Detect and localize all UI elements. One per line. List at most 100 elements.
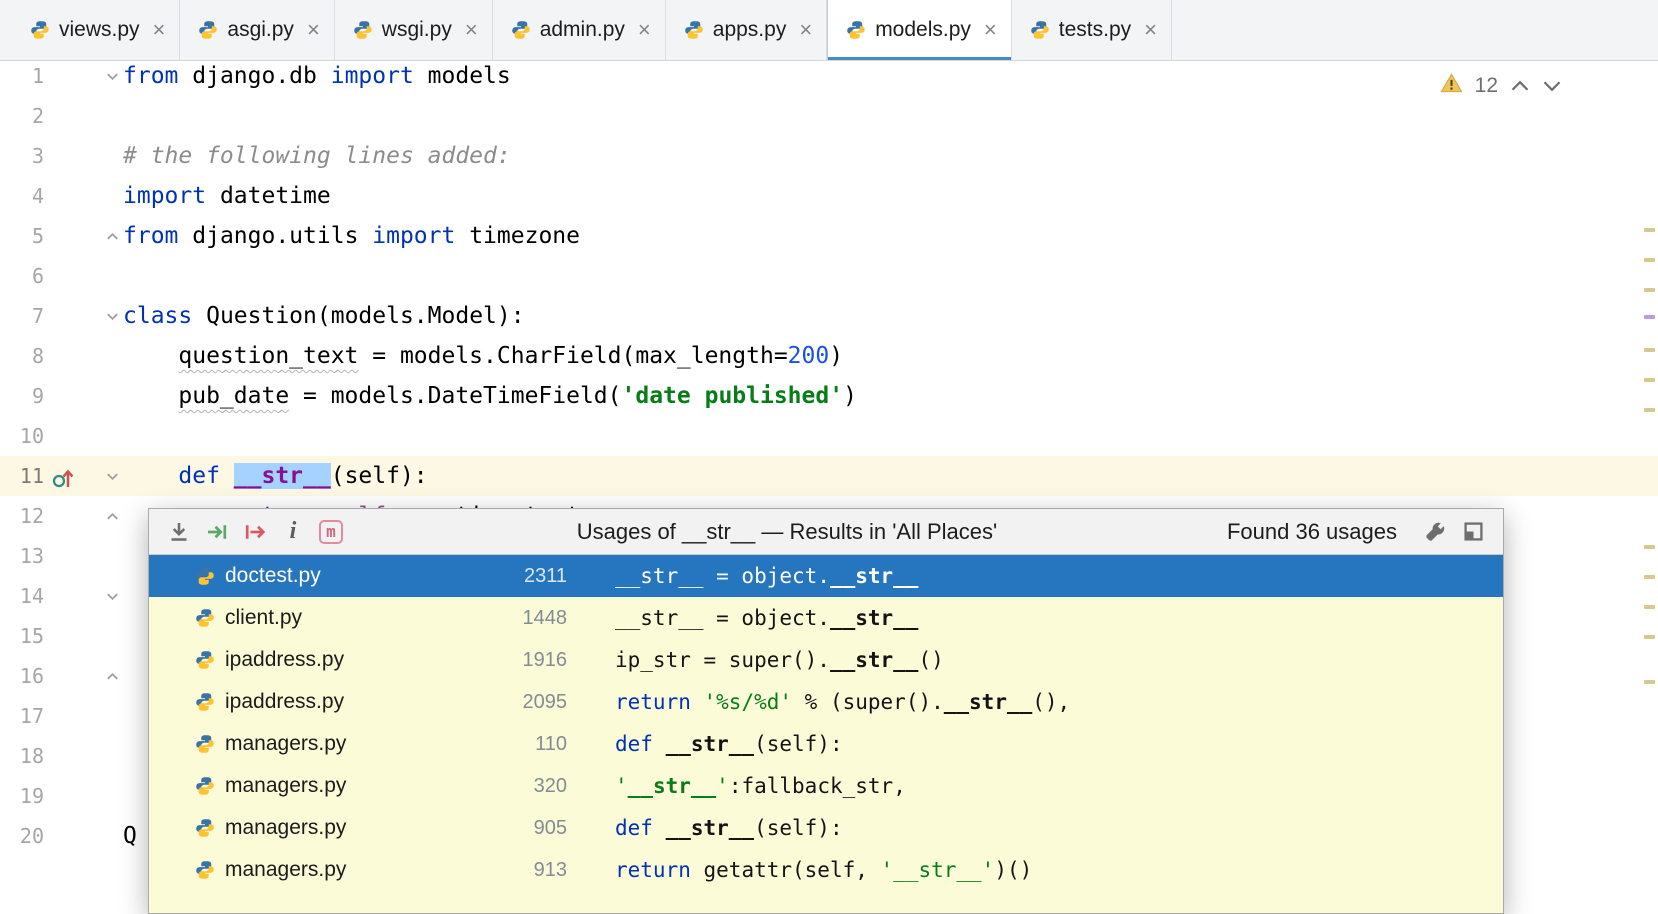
usage-file-name: ipaddress.py [225,690,344,714]
code-line-5[interactable]: 5 from django.utils import timezone [0,216,1658,256]
fold-marker-icon[interactable] [101,296,123,336]
tab-close-icon[interactable]: × [638,19,651,41]
python-file-icon [195,860,215,880]
tab-close-icon[interactable]: × [1144,19,1157,41]
usage-row[interactable]: managers.py110def __str__(self): [149,723,1503,765]
stripe-mark[interactable] [1644,575,1655,579]
write-access-icon[interactable] [239,516,271,548]
stripe-mark[interactable] [1644,228,1655,232]
usage-row[interactable]: managers.py913return getattr(self, '__st… [149,849,1503,891]
inspections-widget[interactable]: 12 [1440,73,1562,99]
usage-file-name: client.py [225,606,302,630]
tab-tests.py[interactable]: tests.py× [1012,0,1172,60]
code-line-11[interactable]: 11 def __str__(self): [0,456,1658,496]
usage-row[interactable]: ipaddress.py2095return '%s/%d' % (super(… [149,681,1503,723]
line-number[interactable]: 17 [0,696,44,736]
code-line-10[interactable]: 10 [0,416,1658,456]
stripe-mark[interactable] [1644,378,1655,382]
code-line-4[interactable]: 4import datetime [0,176,1658,216]
settings-wrench-icon[interactable] [1419,516,1451,548]
line-number[interactable]: 19 [0,776,44,816]
fold-marker-icon[interactable] [101,61,123,96]
code-line-1[interactable]: 1from django.db import models [0,61,1658,96]
code-text: class Question(models.Model): [123,296,525,336]
next-warning-icon[interactable] [1542,79,1562,93]
stripe-mark[interactable] [1644,680,1655,684]
line-number[interactable]: 7 [0,296,44,336]
stripe-mark[interactable] [1644,315,1655,319]
info-icon[interactable]: i [277,516,309,548]
line-number[interactable]: 11 [0,456,44,496]
line-number[interactable]: 9 [0,376,44,416]
usages-popup: i m Usages of __str__ — Results in 'All … [148,508,1504,914]
open-in-toolwindow-icon[interactable] [163,516,195,548]
merge-usages-icon[interactable]: m [315,516,347,548]
tab-close-icon[interactable]: × [307,19,320,41]
usage-file-name: managers.py [225,732,346,756]
tab-close-icon[interactable]: × [984,19,997,41]
line-number[interactable]: 18 [0,736,44,776]
usage-code: ip_str = super().__str__() [615,648,944,672]
stripe-mark[interactable] [1644,605,1655,609]
code-line-7[interactable]: 7 class Question(models.Model): [0,296,1658,336]
fold-marker-icon[interactable] [101,456,123,496]
stripe-mark[interactable] [1644,258,1655,262]
tab-models.py[interactable]: models.py× [827,0,1012,60]
stripe-mark[interactable] [1644,635,1655,639]
usage-row[interactable]: managers.py320'__str__':fallback_str, [149,765,1503,807]
fold-marker-icon[interactable] [101,216,123,256]
line-number[interactable]: 8 [0,336,44,376]
tab-views.py[interactable]: views.py× [12,0,180,60]
code-text: from django.utils import timezone [123,216,580,256]
usage-code: return getattr(self, '__str__')() [615,858,1032,882]
tab-wsgi.py[interactable]: wsgi.py × [335,0,493,60]
tab-label: admin.py [540,18,625,42]
code-line-2[interactable]: 2 [0,96,1658,136]
line-number[interactable]: 6 [0,256,44,296]
usage-row[interactable]: doctest.py2311__str__ = object.__str__ [149,555,1503,597]
usage-row[interactable]: ipaddress.py1916ip_str = super().__str__… [149,639,1503,681]
open-in-window-icon[interactable] [1457,516,1489,548]
tab-close-icon[interactable]: × [799,19,812,41]
code-line-9[interactable]: 9 pub_date = models.DateTimeField('date … [0,376,1658,416]
usages-list: doctest.py2311__str__ = object.__str__cl… [149,555,1503,891]
stripe-mark[interactable] [1644,288,1655,292]
line-number[interactable]: 13 [0,536,44,576]
tab-bar: views.py×asgi.py×wsgi.py×admin.py×apps.p… [0,0,1658,61]
code-line-6[interactable]: 6 [0,256,1658,296]
line-number[interactable]: 5 [0,216,44,256]
line-number[interactable]: 12 [0,496,44,536]
code-line-3[interactable]: 3# the following lines added: [0,136,1658,176]
override-method-icon[interactable] [52,463,78,489]
tab-admin.py[interactable]: admin.py × [493,0,666,60]
code-line-8[interactable]: 8 question_text = models.CharField(max_l… [0,336,1658,376]
warning-count: 12 [1475,74,1498,98]
line-number[interactable]: 4 [0,176,44,216]
line-number[interactable]: 20 [0,816,44,856]
fold-marker-icon[interactable] [101,656,123,696]
line-number[interactable]: 15 [0,616,44,656]
line-number[interactable]: 2 [0,96,44,136]
line-number[interactable]: 14 [0,576,44,616]
tab-apps.py[interactable]: apps.py× [666,0,827,60]
previous-warning-icon[interactable] [1510,79,1530,93]
usage-row[interactable]: managers.py905def __str__(self): [149,807,1503,849]
stripe-mark[interactable] [1644,408,1655,412]
usage-row[interactable]: client.py1448__str__ = object.__str__ [149,597,1503,639]
fold-marker-icon[interactable] [101,576,123,616]
error-stripe[interactable] [1642,61,1658,914]
stripe-mark[interactable] [1644,348,1655,352]
stripe-mark[interactable] [1644,545,1655,549]
tab-label: wsgi.py [382,18,452,42]
read-access-icon[interactable] [201,516,233,548]
line-number[interactable]: 10 [0,416,44,456]
python-file-icon [195,566,215,586]
tab-close-icon[interactable]: × [465,19,478,41]
line-number[interactable]: 1 [0,61,44,96]
tab-asgi.py[interactable]: asgi.py× [180,0,334,60]
tab-close-icon[interactable]: × [153,19,166,41]
python-file-icon [195,692,215,712]
line-number[interactable]: 16 [0,656,44,696]
line-number[interactable]: 3 [0,136,44,176]
fold-marker-icon[interactable] [101,496,123,536]
